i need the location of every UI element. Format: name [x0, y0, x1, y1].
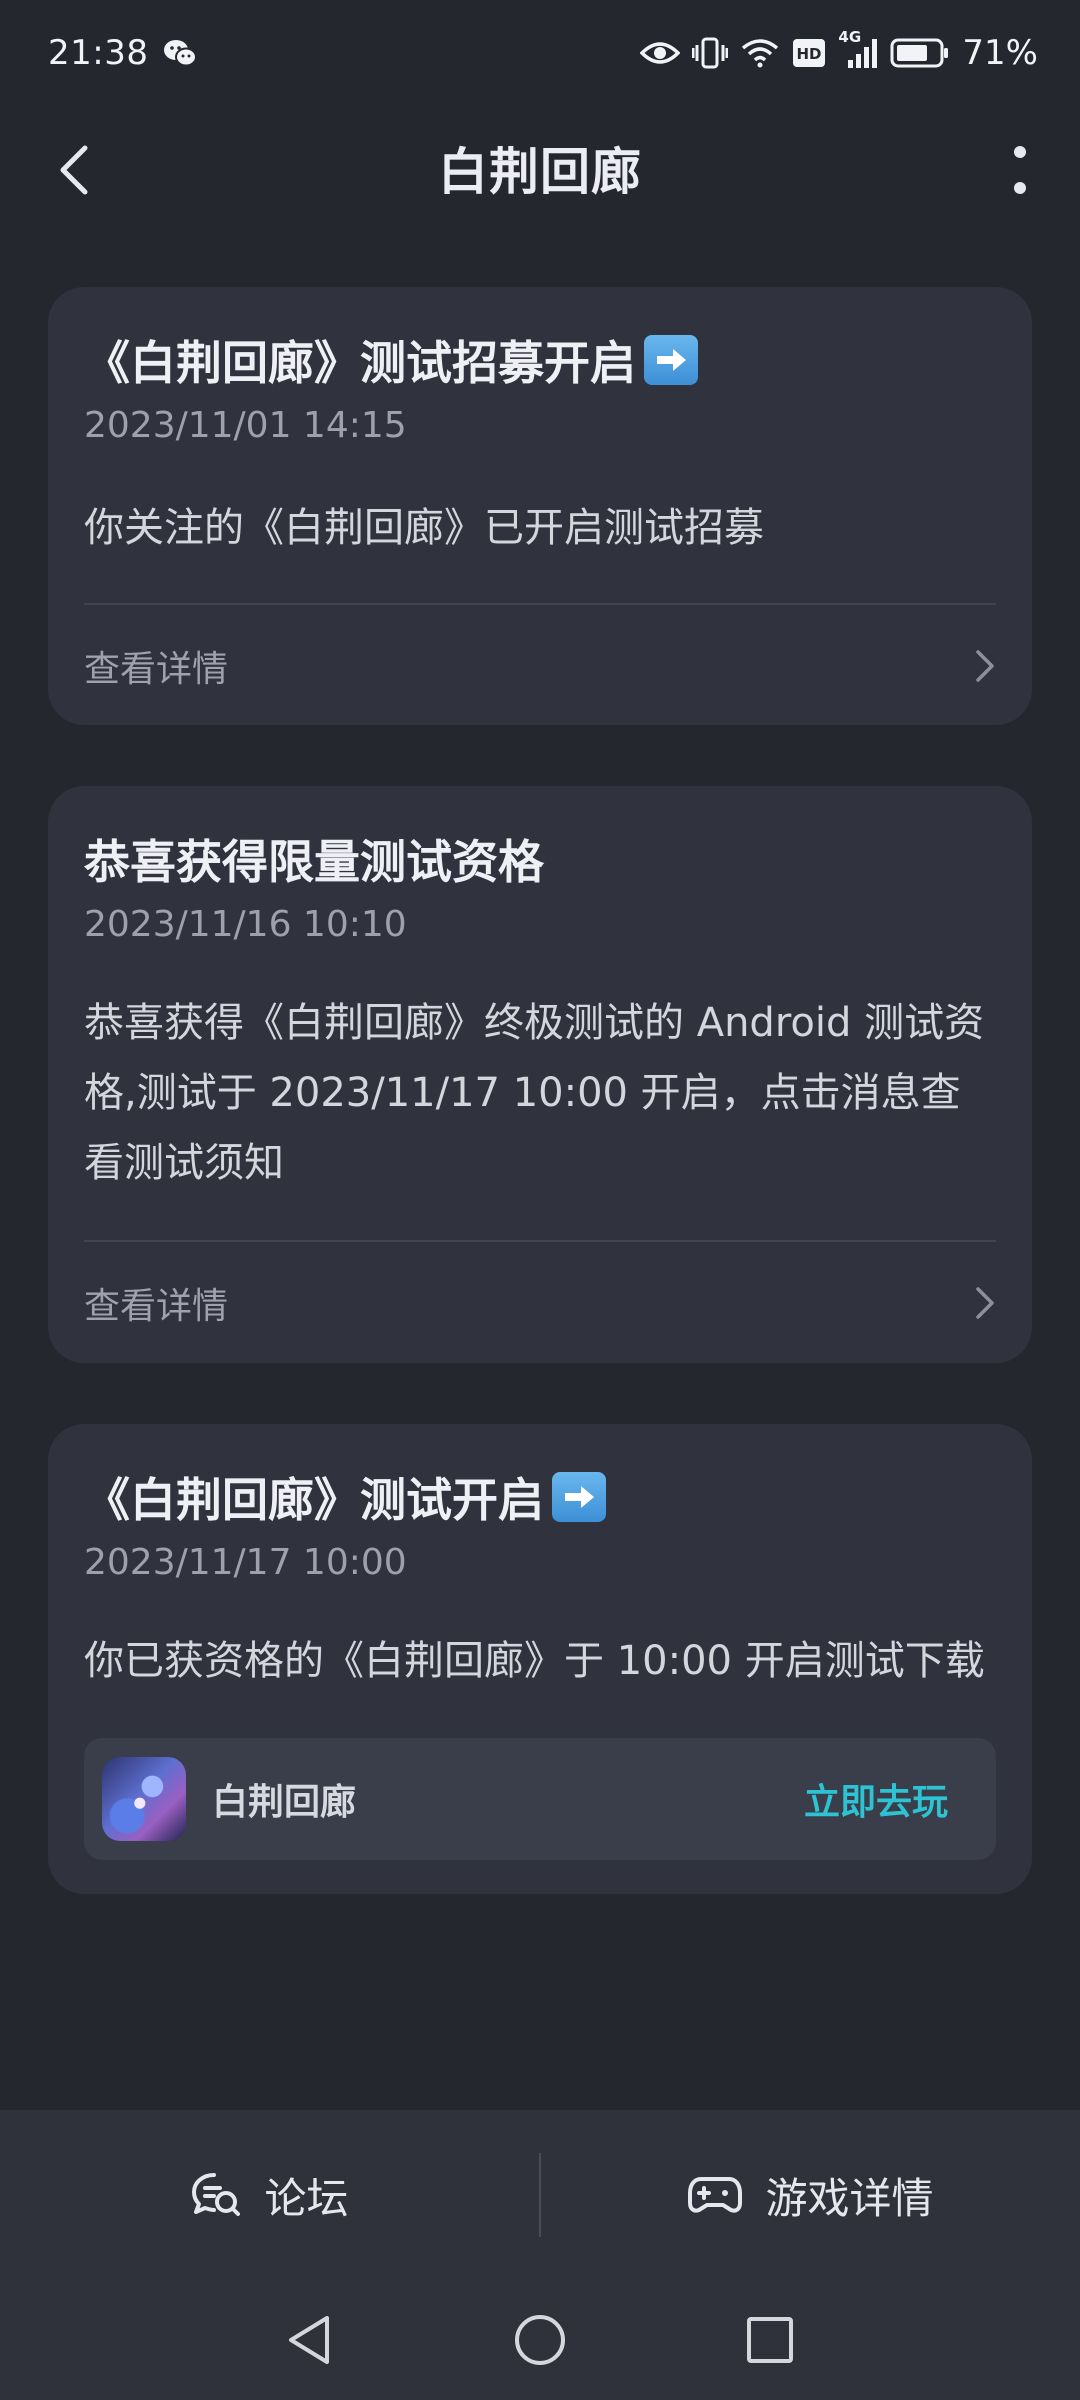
- message-body: 恭喜获得《白荆回廊》终极测试的 Android 测试资 格,测试于 2023/1…: [84, 988, 1004, 1198]
- game-icon: [102, 1757, 186, 1841]
- arrow-right-icon: [552, 1472, 606, 1522]
- message-title-text: 《白荆回廊》测试招募开启: [84, 336, 636, 390]
- wifi-icon: [740, 37, 780, 69]
- screen: 21:38 HD 4G 71% 白荆回廊 《白荆回廊》测试招募开启 2023/1…: [0, 0, 1080, 2400]
- circle-home-icon: [515, 2315, 565, 2365]
- message-date: 2023/11/16 10:10: [84, 904, 407, 945]
- message-date: 2023/11/01 14:15: [84, 405, 407, 446]
- divider: [84, 1240, 996, 1242]
- message-card: 《白荆回廊》测试开启 2023/11/17 10:00 你已获资格的《白荆回廊》…: [48, 1424, 1032, 1894]
- eye-icon: [640, 39, 681, 67]
- message-title: 《白荆回廊》测试招募开启: [84, 327, 698, 393]
- chevron-right-icon: [976, 1287, 994, 1319]
- gamepad-icon: [688, 2177, 743, 2213]
- view-details-label: 查看详情: [84, 649, 229, 690]
- view-details-link[interactable]: 查看详情: [84, 631, 996, 701]
- forum-icon: [192, 2173, 241, 2216]
- status-bar-right: HD 4G 71%: [640, 28, 1038, 73]
- svg-text:HD: HD: [797, 45, 822, 63]
- system-navigation-bar: [0, 2280, 1080, 2400]
- chevron-right-icon: [976, 650, 994, 682]
- message-date: 2023/11/17 10:00: [84, 1542, 407, 1583]
- message-card: 恭喜获得限量测试资格 2023/11/16 10:10 恭喜获得《白荆回廊》终极…: [48, 786, 1032, 1363]
- page-title: 白荆回廊: [438, 142, 642, 201]
- battery-icon: [890, 38, 950, 68]
- message-card: 《白荆回廊》测试招募开启 2023/11/01 14:15 你关注的《白荆回廊》…: [48, 287, 1032, 725]
- triangle-back-icon: [289, 2316, 329, 2364]
- forum-button[interactable]: 论坛: [0, 2110, 539, 2280]
- square-recents-icon: [747, 2317, 793, 2363]
- more-options-button[interactable]: [990, 135, 1050, 205]
- battery-percent: 71%: [962, 32, 1038, 73]
- vibrate-icon: [692, 36, 729, 70]
- play-now-button[interactable]: 立即去玩: [804, 1773, 948, 1825]
- message-title: 恭喜获得限量测试资格: [84, 826, 544, 892]
- nav-recents-button[interactable]: [730, 2300, 810, 2380]
- bottom-action-bar: 论坛 游戏详情: [0, 2110, 1080, 2280]
- back-arrow-icon: [60, 145, 88, 195]
- app-bar: 白荆回廊: [0, 105, 1080, 230]
- message-body-line: 恭喜获得《白荆回廊》终极测试的 Android 测试资: [84, 1000, 985, 1046]
- wechat-icon: [162, 37, 198, 69]
- game-entry[interactable]: 白荆回廊 立即去玩: [84, 1738, 996, 1860]
- view-details-label: 查看详情: [84, 1286, 229, 1327]
- message-title-text: 恭喜获得限量测试资格: [84, 835, 544, 889]
- status-bar: 21:38 HD 4G 71%: [0, 0, 1080, 105]
- back-button[interactable]: [40, 135, 110, 205]
- message-title-text: 《白荆回廊》测试开启: [84, 1473, 544, 1527]
- game-details-label: 游戏详情: [765, 2173, 934, 2223]
- message-body: 你关注的《白荆回廊》已开启测试招募: [84, 505, 764, 551]
- message-body-line: 格,测试于 2023/11/17 10:00 开启，点击消息查: [84, 1070, 961, 1116]
- status-time: 21:38: [48, 32, 149, 73]
- hd-icon: HD: [792, 38, 826, 68]
- nav-home-button[interactable]: [500, 2300, 580, 2380]
- signal-icon: 4G: [838, 28, 878, 70]
- more-vertical-icon: [1014, 146, 1026, 194]
- game-name: 白荆回廊: [212, 1782, 357, 1823]
- message-body: 你已获资格的《白荆回廊》于 10:00 开启测试下载: [84, 1638, 985, 1684]
- network-type: 4G: [838, 27, 862, 46]
- divider: [84, 603, 996, 605]
- game-details-button[interactable]: 游戏详情: [541, 2110, 1080, 2280]
- view-details-link[interactable]: 查看详情: [84, 1268, 996, 1338]
- arrow-right-icon: [644, 335, 698, 385]
- status-bar-left: 21:38: [48, 33, 198, 73]
- nav-back-button[interactable]: [270, 2300, 350, 2380]
- message-title: 《白荆回廊》测试开启: [84, 1464, 606, 1530]
- message-body-line: 看测试须知: [84, 1140, 284, 1186]
- forum-label: 论坛: [264, 2173, 349, 2223]
